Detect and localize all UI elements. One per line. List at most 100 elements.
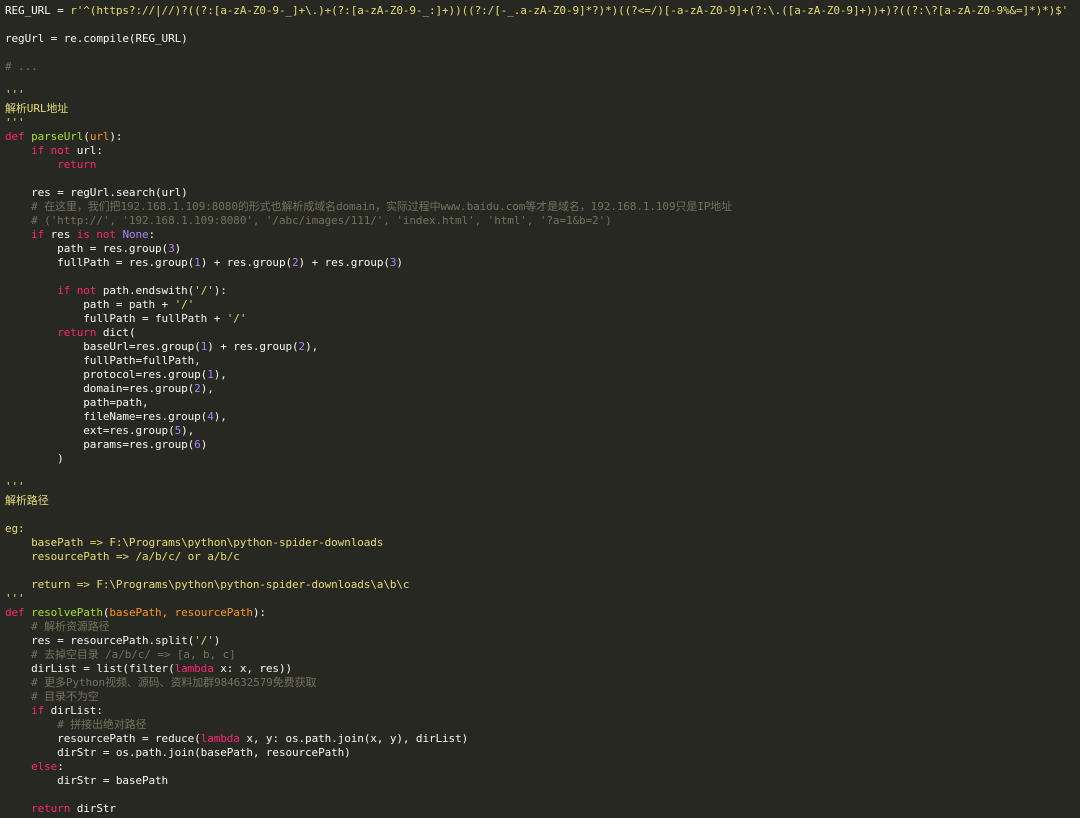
code-line: # 去掉空目录 /a/b/c/ => [a, b, c]	[0, 648, 1080, 662]
code-token-plain: ) + res.group(	[298, 256, 390, 269]
code-token-plain: dict(	[96, 326, 136, 339]
code-token-plain: res = resourcePath.split(	[5, 634, 195, 647]
code-token-kw: return	[57, 326, 97, 339]
code-line: fullPath=fullPath,	[0, 354, 1080, 368]
code-token-plain: ):	[213, 284, 227, 297]
code-line: # 拼接出绝对路径	[0, 718, 1080, 732]
code-line: path = res.group(3)	[0, 242, 1080, 256]
code-token-plain: )	[200, 438, 208, 451]
code-token-plain: dirList = list(filter(	[5, 662, 175, 675]
code-token-plain: res = regUrl.search(url)	[5, 186, 188, 199]
code-token-const: None	[122, 228, 149, 241]
code-token-plain: dirList:	[44, 704, 103, 717]
code-token-plain: url:	[70, 144, 103, 157]
code-token-plain: res	[44, 228, 77, 241]
code-line: res = regUrl.search(url)	[0, 186, 1080, 200]
code-line: dirList = list(filter(lambda x: x, res))	[0, 662, 1080, 676]
code-line: dirStr = os.path.join(basePath, resource…	[0, 746, 1080, 760]
code-line: res = resourcePath.split('/')	[0, 634, 1080, 648]
code-token-plain: ):	[109, 130, 123, 143]
code-token-plain: regUrl = re.compile(REG_URL)	[5, 32, 188, 45]
code-token-plain: protocol=res.group(	[5, 368, 208, 381]
code-token-plain: fullPath=fullPath,	[5, 354, 201, 367]
code-token-fn: parseUrl	[31, 130, 84, 143]
code-line: baseUrl=res.group(1) + res.group(2),	[0, 340, 1080, 354]
code-line: 解析路径	[0, 494, 1080, 508]
code-line: REG_URL = r'^(https?://|//)?((?:[a-zA-Z0…	[0, 4, 1080, 18]
code-token-comment: # ...	[5, 60, 38, 73]
code-token-kw: else	[31, 760, 58, 773]
code-token-str: 解析路径	[5, 494, 49, 507]
code-token-comment: # 解析资源路径	[31, 620, 110, 633]
code-line: # 更多Python视频、源码、资料加群984632579免费获取	[0, 676, 1080, 690]
code-token-str: return => F:\Programs\python\python-spid…	[5, 578, 410, 591]
code-token-plain: ),	[200, 382, 214, 395]
code-token-plain: :	[57, 760, 64, 773]
code-line: resourcePath => /a/b/c/ or a/b/c	[0, 550, 1080, 564]
code-line: 解析URL地址	[0, 102, 1080, 116]
code-line: '''	[0, 88, 1080, 102]
code-token-plain: REG_URL =	[5, 4, 71, 17]
code-line: return => F:\Programs\python\python-spid…	[0, 578, 1080, 592]
code-token-kw: if not	[57, 284, 97, 297]
code-line: # 解析资源路径	[0, 620, 1080, 634]
code-line: return dict(	[0, 326, 1080, 340]
code-token-str: '''	[5, 88, 25, 101]
code-token-comment: # 去掉空目录 /a/b/c/ => [a, b, c]	[31, 648, 236, 661]
code-token-kw: is not	[76, 228, 116, 241]
code-token-param: basePath, resourcePath	[109, 606, 253, 619]
code-token-plain: fileName=res.group(	[5, 410, 208, 423]
code-token-kw: if	[31, 704, 45, 717]
code-line: return	[0, 158, 1080, 172]
code-line: return dirStr	[0, 802, 1080, 816]
code-token-kw: if not	[31, 144, 71, 157]
code-token-plain: ),	[213, 368, 227, 381]
code-line: dirStr = basePath	[0, 774, 1080, 788]
code-token-kw: return	[31, 802, 71, 815]
code-token-plain: ),	[213, 410, 227, 423]
code-token-plain: dirStr = os.path.join(basePath, resource…	[5, 746, 351, 759]
code-line: else:	[0, 760, 1080, 774]
code-token-comment: # 更多Python视频、源码、资料加群984632579免费获取	[31, 676, 317, 689]
code-line: )	[0, 452, 1080, 466]
code-line: def parseUrl(url):	[0, 130, 1080, 144]
code-line: '''	[0, 592, 1080, 606]
code-token-str: '/'	[226, 312, 247, 325]
code-line: regUrl = re.compile(REG_URL)	[0, 32, 1080, 46]
code-line: basePath => F:\Programs\python\python-sp…	[0, 536, 1080, 550]
code-token-param: url	[89, 130, 110, 143]
code-token-str: basePath => F:\Programs\python\python-sp…	[5, 536, 384, 549]
code-token-plain: baseUrl=res.group(	[5, 340, 201, 353]
code-token-comment: # 目录不为空	[31, 690, 99, 703]
code-token-str: '''	[5, 592, 25, 605]
code-token-plain: ),	[181, 424, 195, 437]
code-token-str: '/'	[194, 284, 214, 297]
code-editor[interactable]: REG_URL = r'^(https?://|//)?((?:[a-zA-Z0…	[0, 0, 1080, 818]
code-token-plain: path = res.group(	[5, 242, 169, 255]
code-line: # 在这里，我们把192.168.1.109:8080的形式也解析成域名doma…	[0, 200, 1080, 214]
code-token-def: def	[5, 130, 32, 143]
code-token-comment: # ('http://', '192.168.1.109:8080', '/ab…	[31, 214, 612, 227]
code-line: domain=res.group(2),	[0, 382, 1080, 396]
code-line: path = path + '/'	[0, 298, 1080, 312]
code-token-def: def	[5, 606, 32, 619]
code-token-plain: path=path,	[5, 396, 149, 409]
code-line: def resolvePath(basePath, resourcePath):	[0, 606, 1080, 620]
code-line: resourcePath = reduce(lambda x, y: os.pa…	[0, 732, 1080, 746]
code-token-kw: return	[57, 158, 97, 171]
code-token-str: resourcePath => /a/b/c/ or a/b/c	[5, 550, 240, 563]
code-token-plain: ):	[252, 606, 266, 619]
code-token-plain: params=res.group(	[5, 438, 195, 451]
